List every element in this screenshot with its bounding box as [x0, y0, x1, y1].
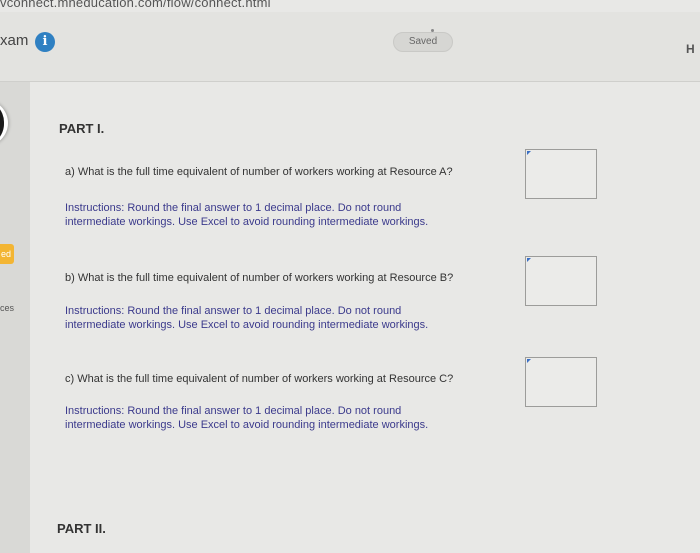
browser-url-bar[interactable]: vconnect.mheducation.com/flow/connect.ht… [0, 0, 700, 12]
saved-status-badge: Saved [393, 32, 453, 52]
question-number-tab[interactable] [0, 100, 8, 146]
answer-input-a[interactable] [525, 149, 597, 199]
question-b-text: b) What is the full time equivalent of n… [65, 272, 454, 284]
side-status-tab[interactable]: ed [0, 244, 14, 264]
answer-input-c[interactable] [525, 357, 597, 407]
exam-label: xam [0, 32, 29, 49]
exam-header: xam i Saved H [0, 12, 700, 82]
question-number-indicator [0, 100, 4, 146]
info-icon[interactable]: i [35, 32, 55, 52]
url-text: vconnect.mheducation.com/flow/connect.ht… [0, 0, 271, 10]
instruction-line: intermediate workings. Use Excel to avoi… [65, 216, 429, 228]
answer-input-b[interactable] [525, 256, 597, 306]
side-resources-label[interactable]: ces [0, 303, 14, 313]
question-a-text: a) What is the full time equivalent of n… [65, 166, 453, 178]
input-corner-marker [527, 359, 531, 363]
instruction-line: Instructions: Round the final answer to … [65, 202, 402, 214]
instruction-line: intermediate workings. Use Excel to avoi… [65, 319, 429, 331]
part-2-title: PART II. [57, 521, 106, 536]
question-a-instructions: Instructions: Round the final answer to … [65, 201, 505, 229]
question-c-instructions: Instructions: Round the final answer to … [65, 404, 505, 432]
part-1-title: PART I. [59, 121, 105, 136]
question-b-instructions: Instructions: Round the final answer to … [65, 304, 505, 332]
question-c-text: c) What is the full time equivalent of n… [65, 373, 454, 385]
instruction-line: Instructions: Round the final answer to … [65, 405, 402, 417]
instruction-line: intermediate workings. Use Excel to avoi… [65, 419, 429, 431]
header-right-label: H [686, 42, 695, 56]
input-corner-marker [527, 258, 531, 262]
instruction-line: Instructions: Round the final answer to … [65, 305, 402, 317]
input-corner-marker [527, 151, 531, 155]
